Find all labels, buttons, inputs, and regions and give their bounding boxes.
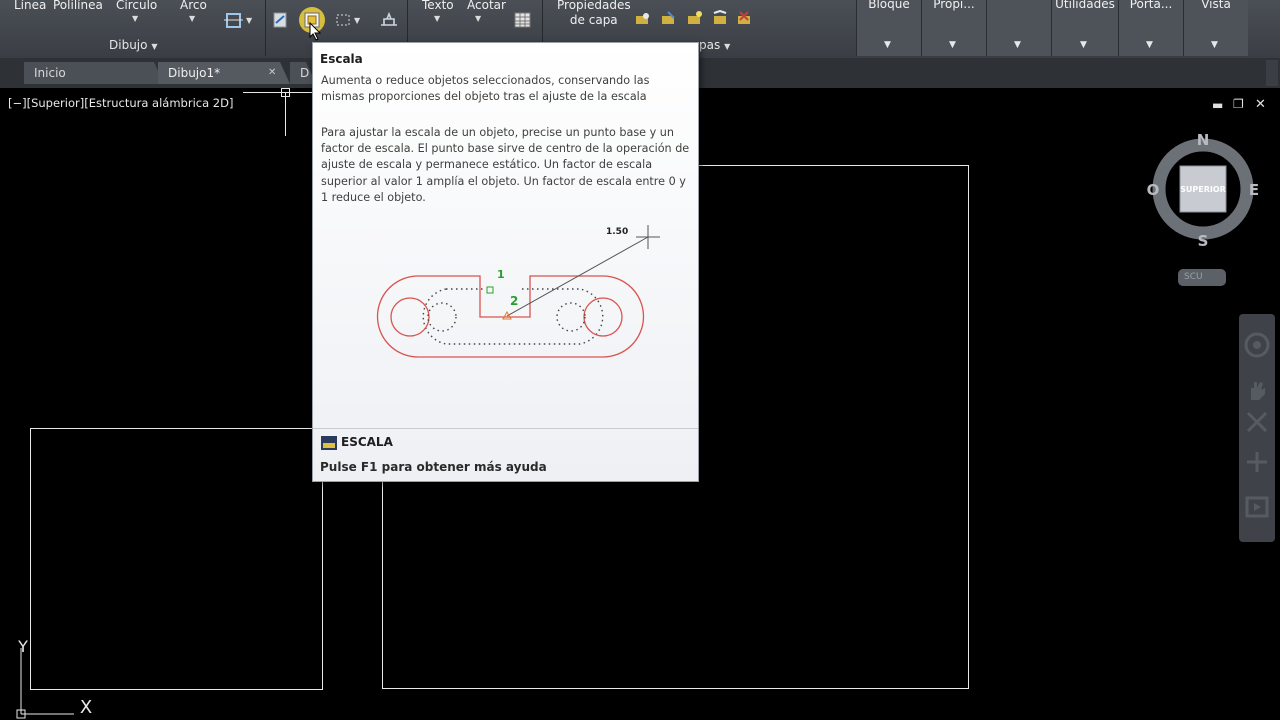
tab-dibujo1[interactable]: Dibujo1* ✕ [158,62,290,84]
circle-tool-label[interactable]: Círculo [116,0,157,12]
ucs-icon: Y X [16,640,92,719]
ucs-y-label: Y [17,640,28,656]
orbit-icon[interactable] [1245,450,1269,474]
array-icon[interactable] [378,10,400,30]
select-window-icon[interactable]: ▼ [334,12,364,30]
viewcube-face-label: SUPERIOR [1180,185,1226,194]
text-dropdown-icon[interactable]: ▼ [434,14,440,23]
navigation-bar [1239,314,1275,542]
utilities-button[interactable]: Utilidades ▼ [1051,0,1118,56]
viewport-label[interactable]: [−][Superior][Estructura alámbrica 2D] [8,96,233,110]
line-tool-label[interactable]: Línea [14,0,46,12]
scale-command-icon [321,436,337,450]
tooltip-title: Escala [320,52,363,66]
polyline-tool-label[interactable]: Polilínea [53,0,103,12]
dimension-dropdown-icon[interactable]: ▼ [475,14,481,23]
viewport-close-icon[interactable]: ✕ [1255,97,1266,112]
viewport-minimize-icon[interactable]: ▬ [1212,98,1223,112]
illustration-label-1: 1 [497,268,505,281]
compass-north-label: N [1197,131,1210,149]
layer-properties-button[interactable]: Propiedades de capa [557,0,631,28]
tooltip-summary: Aumenta o reduce objetos seleccionados, … [321,74,650,104]
ucs-x-label: X [80,697,92,718]
circle-dropdown-icon[interactable]: ▼ [132,14,138,23]
groups-button[interactable]: ▼ [986,0,1051,56]
block-button[interactable]: Bloque ▼ [856,0,921,56]
illustration-label-2: 2 [510,294,518,308]
tooltip-help-hint: Pulse F1 para obtener más ayuda [320,460,547,474]
tab-scroll-icon[interactable] [1266,60,1278,86]
mouse-cursor-icon [309,22,322,41]
compass-east-label: E [1249,181,1259,199]
crosshair-vertical [285,92,286,136]
compass-west-label: O [1147,181,1160,199]
ucs-menu-button[interactable]: SCU [1178,269,1226,286]
view-button[interactable]: Vista ▼ [1183,0,1248,56]
pan-icon[interactable] [1245,378,1269,402]
navwheel-icon[interactable] [1244,332,1270,358]
panel-title-capas[interactable]: pas ▼ [699,38,730,52]
panel-title-dibujo[interactable]: Dibujo ▼ [109,38,157,52]
showmotion-icon[interactable] [1245,492,1269,520]
crosshair-horizontal [243,92,313,93]
tab-inicio[interactable]: Inicio [24,62,164,84]
tooltip-command-name: ESCALA [341,435,393,449]
dimension-tool-label[interactable]: Acotar [467,0,506,12]
viewport-restore-icon[interactable]: ❐ [1233,97,1244,111]
zoom-icon[interactable] [1245,410,1269,434]
crosshair-pickbox [281,88,290,97]
rectangle-tool-icon[interactable]: ▼ [224,12,254,30]
scale-illustration: 1 2 1.50 [376,225,660,358]
tab-close-icon[interactable]: ✕ [268,62,276,84]
svg-text:▼: ▼ [354,16,361,25]
compass-south-label: S [1198,232,1209,250]
viewcube[interactable]: SUPERIOR N S E O [1140,128,1266,252]
clipboard-button[interactable]: Porta... ▼ [1118,0,1183,56]
tooltip-description: Para ajustar la escala de un objeto, pre… [321,126,690,204]
illustration-scale-value: 1.50 [606,227,628,237]
arc-tool-label[interactable]: Arco [180,0,207,12]
table-icon[interactable] [514,12,532,30]
command-tooltip: Escala Aumenta o reduce objetos seleccio… [312,42,699,482]
ribbon-separator [265,0,266,56]
svg-text:▼: ▼ [246,16,253,25]
stretch-icon[interactable] [272,11,290,29]
text-tool-label[interactable]: Texto [422,0,454,12]
properties-button[interactable]: Propi... ▼ [921,0,986,56]
tooltip-separator [313,428,698,429]
arc-dropdown-icon[interactable]: ▼ [189,14,195,23]
layer-icons[interactable] [634,10,758,30]
